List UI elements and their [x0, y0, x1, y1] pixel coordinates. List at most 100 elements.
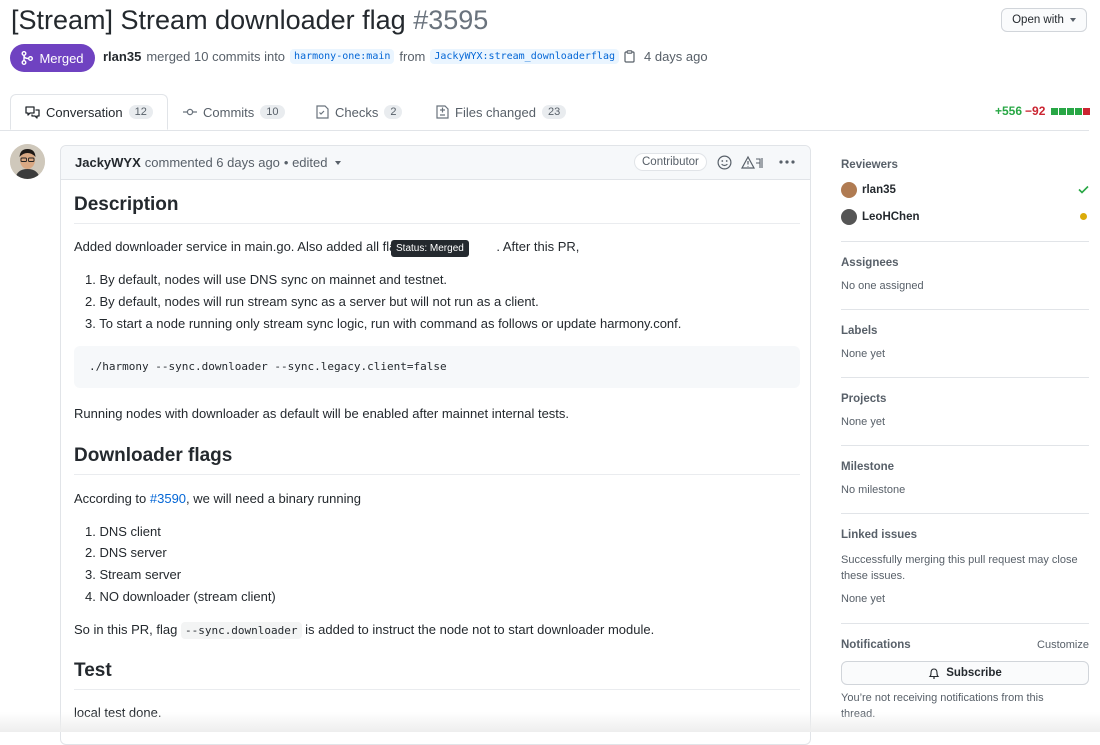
pr-number: #3595: [413, 5, 489, 35]
head-branch[interactable]: JackyWYX:stream_downloaderflag: [430, 49, 619, 64]
heading-downloader-flags: Downloader flags: [74, 445, 800, 475]
comment-box: JackyWYX commented 6 days ago • edited C…: [60, 145, 811, 745]
checklist-icon: [316, 105, 329, 119]
tab-counter: 10: [260, 105, 285, 119]
list-item: 4. NO downloader (stream client): [85, 589, 276, 604]
list-item-text: To start a node running only stream sync…: [99, 316, 682, 331]
bottom-fade: [0, 712, 1100, 732]
state-label: Merged: [39, 50, 84, 66]
list-item-text: Stream server: [99, 567, 182, 582]
git-commit-icon: [183, 108, 197, 116]
linked-issues-value: None yet: [841, 593, 886, 605]
avatar-image: [10, 144, 45, 179]
milestone-value: No milestone: [841, 484, 906, 496]
merger-link[interactable]: rlan35: [103, 49, 141, 64]
status-tooltip: Status: Merged: [391, 240, 469, 257]
milestone-title[interactable]: Milestone: [841, 461, 894, 473]
pr-title: [Stream] Stream downloader flag #3595: [11, 2, 488, 38]
paragraph-according: According to #3590, we will need a binar…: [74, 491, 361, 506]
pr-tabs: Conversation 12 Commits 10 Checks 2 File…: [0, 94, 1089, 131]
avatar: [841, 182, 857, 198]
flag-text: So in this PR, flag: [74, 622, 178, 637]
labels-title[interactable]: Labels: [841, 325, 877, 337]
merge-time: 4 days ago: [644, 49, 708, 64]
reviewer-name: rlan35: [862, 184, 896, 196]
tab-counter: 2: [384, 105, 403, 119]
tab-commits[interactable]: Commits 10: [183, 94, 285, 130]
comment-action[interactable]: commented 6 days ago: [145, 155, 280, 170]
subscribe-button[interactable]: Subscribe: [841, 661, 1089, 685]
reviewers-title[interactable]: Reviewers: [841, 159, 898, 171]
diffstat-bar: [1050, 107, 1091, 115]
comment-discussion-icon: [25, 105, 40, 119]
issue-link[interactable]: #3590: [150, 491, 186, 506]
heading-description: Description: [74, 194, 800, 224]
merge-text: merged 10 commits into: [146, 49, 286, 64]
tab-conversation[interactable]: Conversation 12: [10, 94, 168, 130]
labels-value: None yet: [841, 348, 886, 360]
clippy-icon[interactable]: [624, 50, 635, 63]
tab-files-changed[interactable]: Files changed 23: [436, 94, 567, 130]
sidebar-assignees: Assignees No one assigned: [841, 241, 1089, 310]
list-item: 1. DNS client: [85, 524, 161, 539]
smiley-icon[interactable]: [717, 155, 732, 170]
merge-meta: rlan35 merged 10 commits into harmony-on…: [103, 49, 708, 64]
additions-count: +556: [995, 104, 1023, 118]
sidebar-notifications: Notifications Customize: [841, 639, 1089, 651]
list-item-text: By default, nodes will use DNS sync on m…: [99, 272, 448, 287]
diffstat: +556 −92: [995, 104, 1091, 118]
according-text: According to: [74, 491, 147, 506]
sidebar-linked-issues: Linked issues Successfully merging this …: [841, 513, 1089, 624]
assignees-value: No one assigned: [841, 280, 924, 292]
author-avatar[interactable]: [10, 144, 45, 179]
triangle-down-icon[interactable]: [334, 160, 341, 165]
paragraph-flag: So in this PR, flag --sync.downloader is…: [74, 622, 655, 639]
comment-edited[interactable]: • edited: [284, 155, 328, 170]
list-item: 2. DNS server: [85, 545, 167, 560]
report-translate-icon[interactable]: [741, 155, 767, 170]
comment-author[interactable]: JackyWYX: [75, 155, 141, 170]
list-item: 3. To start a node running only stream s…: [85, 316, 682, 331]
reviewer-item[interactable]: LeoHChen: [841, 209, 920, 225]
reviewer-item[interactable]: rlan35: [841, 182, 896, 198]
tab-checks[interactable]: Checks 2: [316, 94, 403, 130]
git-merge-icon: [21, 51, 34, 65]
base-branch[interactable]: harmony-one:main: [290, 49, 395, 64]
list-item: 3. Stream server: [85, 567, 182, 582]
flag-text-end: is added to instruct the node not to sta…: [305, 622, 655, 637]
assignees-title[interactable]: Assignees: [841, 257, 899, 269]
triangle-down-icon: [1069, 18, 1076, 22]
avatar: [841, 209, 857, 225]
kebab-horizontal-icon[interactable]: [779, 160, 795, 164]
file-diff-icon: [436, 105, 449, 119]
linked-issues-title[interactable]: Linked issues: [841, 529, 917, 541]
contributor-badge: Contributor: [634, 153, 707, 171]
open-with-label: Open with: [1012, 14, 1064, 26]
tab-label: Commits: [203, 104, 255, 120]
heading-test: Test: [74, 660, 800, 690]
reviewer-name: LeoHChen: [862, 211, 920, 223]
open-with-button[interactable]: Open with: [1001, 8, 1087, 32]
code-block: ./harmony --sync.downloader --sync.legac…: [74, 346, 800, 388]
list-item-text: DNS client: [99, 524, 161, 539]
paragraph-intro: Added downloader service in main.go. Als…: [74, 239, 579, 254]
intro-text: Added downloader service in main.go. Als…: [74, 239, 397, 254]
linked-issues-note: Successfully merging this pull request m…: [841, 554, 1078, 582]
state-badge[interactable]: Merged: [10, 44, 95, 72]
list-item-text: NO downloader (stream client): [99, 589, 276, 604]
subscribe-label: Subscribe: [946, 667, 1002, 679]
list-item: 1. By default, nodes will use DNS sync o…: [85, 272, 448, 287]
intro-text-end: . After this PR,: [496, 239, 580, 254]
check-icon: [1078, 185, 1089, 194]
sidebar-projects: Projects None yet: [841, 377, 1089, 446]
projects-title[interactable]: Projects: [841, 393, 886, 405]
sidebar-milestone: Milestone No milestone: [841, 445, 1089, 514]
bell-icon: [928, 667, 940, 679]
from-text: from: [399, 49, 426, 64]
customize-link[interactable]: Customize: [1037, 639, 1089, 651]
sidebar-labels: Labels None yet: [841, 309, 1089, 378]
sidebar-reviewers: Reviewers rlan35 LeoHChen: [841, 153, 1089, 242]
projects-value: None yet: [841, 416, 886, 428]
tab-label: Conversation: [46, 104, 123, 120]
tab-label: Files changed: [455, 104, 536, 120]
